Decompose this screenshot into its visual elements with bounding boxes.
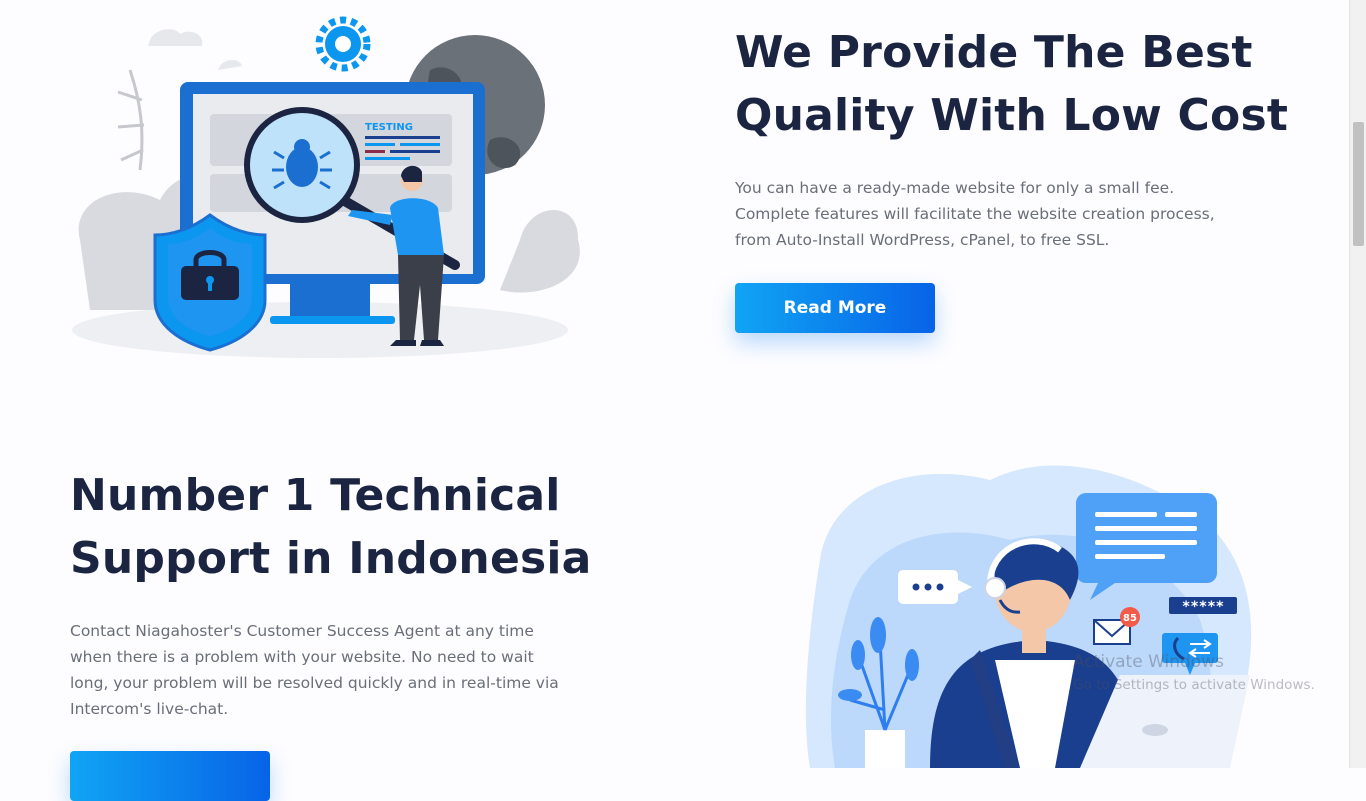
scrollbar-thumb[interactable] (1353, 122, 1364, 246)
watermark-subtitle: Go to Settings to activate Windows. (1073, 677, 1315, 693)
quality-description: You can have a ready-made website for on… (735, 179, 1215, 249)
quality-heading: We Provide The Best Quality With Low Cos… (735, 27, 1289, 141)
windows-activation-watermark: Activate Windows Go to Settings to activ… (1073, 652, 1315, 694)
testing-label: TESTING (365, 122, 413, 133)
watermark-title: Activate Windows (1073, 652, 1224, 672)
vertical-scrollbar[interactable] (1349, 0, 1366, 768)
shield-icon (153, 213, 267, 352)
notification-count: 85 (1123, 613, 1137, 624)
support-description: Contact Niagahoster's Customer Success A… (70, 622, 559, 718)
read-more-button[interactable]: Read More (735, 283, 935, 333)
page: TESTING We Provide The Best Quality With… (0, 0, 1349, 801)
password-mask: ***** (1182, 599, 1224, 615)
support-heading: Number 1 Technical Support in Indonesia (70, 470, 592, 584)
gear-icon (315, 16, 371, 72)
support-button[interactable] (70, 751, 270, 801)
support-illustration: ***** 85 (805, 465, 1252, 768)
password-badge: ***** (1169, 597, 1237, 615)
testing-illustration: TESTING (72, 16, 580, 358)
